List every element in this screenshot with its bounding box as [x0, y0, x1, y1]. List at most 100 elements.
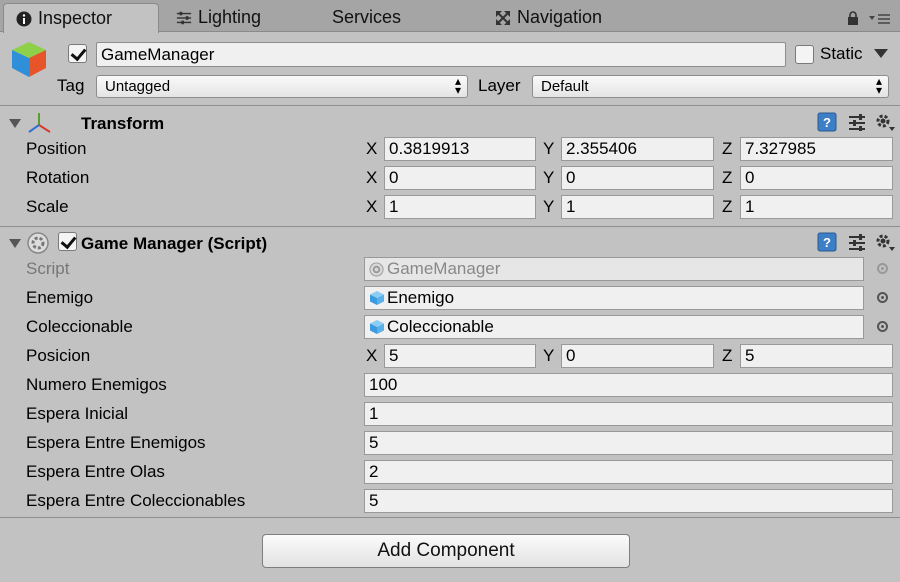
tab-bar: Inspector Lighting Services Navigation: [0, 0, 900, 33]
component-divider: [0, 226, 900, 227]
lighting-icon: [176, 11, 192, 24]
rotation-y-field[interactable]: 0: [561, 166, 714, 190]
object-picker-icon: [877, 263, 888, 274]
add-component-button[interactable]: Add Component: [262, 534, 630, 568]
foldout-arrow-icon[interactable]: [9, 119, 21, 128]
help-book-icon[interactable]: ?: [817, 232, 837, 252]
preset-icon[interactable]: [848, 113, 866, 131]
prefab-icon: [370, 291, 384, 305]
gear-icon[interactable]: [874, 112, 896, 132]
position-z-field[interactable]: 7.327985: [740, 137, 893, 161]
axis-x-label: X: [366, 168, 378, 187]
static-label: Static: [820, 44, 863, 63]
transform-header[interactable]: Transform ?: [0, 108, 900, 137]
tag-label: Tag: [57, 76, 85, 95]
espera-entre-enemigos-field[interactable]: 5: [364, 431, 893, 455]
info-icon: [16, 11, 32, 26]
tab-label: Navigation: [517, 7, 603, 27]
position-label: Position: [26, 139, 87, 158]
lock-icon[interactable]: [847, 11, 859, 25]
scale-x-field[interactable]: 1: [384, 195, 536, 219]
object-picker-icon[interactable]: [877, 321, 888, 332]
help-book-icon[interactable]: ?: [817, 112, 837, 132]
script-file-icon: [369, 261, 384, 277]
espera-entre-enemigos-label: Espera Entre Enemigos: [26, 433, 206, 452]
active-checkbox[interactable]: [68, 44, 87, 63]
tab-label: Services: [332, 7, 402, 27]
espera-entre-coleccionables-label: Espera Entre Coleccionables: [26, 491, 246, 510]
espera-entre-olas-field[interactable]: 2: [364, 460, 893, 484]
dropdown-arrows-icon: ▴ ▾: [875, 74, 882, 97]
rotation-label: Rotation: [26, 168, 90, 187]
position-x-field[interactable]: 0.3819913: [384, 137, 536, 161]
script-enabled-checkbox[interactable]: [58, 232, 77, 251]
rotation-z-field[interactable]: 0: [740, 166, 893, 190]
posicion-y-field[interactable]: 0: [561, 344, 714, 368]
layer-dropdown[interactable]: Default ▴ ▾: [532, 75, 889, 98]
posicion-z-field[interactable]: 5: [740, 344, 893, 368]
axis-z-label: Z: [722, 139, 733, 158]
svg-text:?: ?: [823, 115, 831, 130]
axis-y-label: Y: [543, 168, 555, 187]
espera-entre-coleccionables-field[interactable]: 5: [364, 489, 893, 513]
navigation-icon: [496, 10, 510, 25]
numero-enemigos-field[interactable]: 100: [364, 373, 893, 397]
tag-dropdown[interactable]: Untagged ▴ ▾: [96, 75, 468, 98]
coleccionable-label: Coleccionable: [26, 317, 133, 336]
dropdown-arrows-icon: ▴ ▾: [454, 74, 461, 97]
script-value: GameManager: [387, 259, 501, 278]
espera-inicial-label: Espera Inicial: [26, 404, 129, 423]
axis-x-label: X: [366, 139, 378, 158]
layer-label: Layer: [478, 76, 521, 95]
scale-label: Scale: [26, 197, 69, 216]
axis-z-label: Z: [722, 346, 733, 365]
axis-y-label: Y: [543, 346, 555, 365]
scale-z-field[interactable]: 1: [740, 195, 893, 219]
game-manager-header[interactable]: Game Manager (Script) ?: [0, 228, 900, 257]
tab-label: Lighting: [198, 7, 262, 27]
tab-navigation[interactable]: Navigation: [490, 3, 602, 32]
coleccionable-value: Coleccionable: [387, 317, 494, 336]
axis-y-label: Y: [543, 139, 555, 158]
transform-title: Transform: [81, 114, 165, 133]
gear-icon[interactable]: [874, 232, 896, 252]
coleccionable-field[interactable]: Coleccionable: [364, 315, 864, 339]
position-y-field[interactable]: 2.355406: [561, 137, 714, 161]
static-checkbox[interactable]: [795, 45, 814, 64]
tag-value: Untagged: [105, 78, 171, 95]
svg-text:?: ?: [823, 235, 831, 250]
script-label: Script: [26, 259, 70, 278]
layer-value: Default: [541, 78, 589, 95]
tab-lighting[interactable]: Lighting: [170, 3, 261, 32]
prefab-icon: [370, 320, 384, 334]
object-name-field[interactable]: GameManager: [96, 42, 786, 67]
tab-label: Inspector: [38, 8, 113, 28]
axis-x-label: X: [366, 346, 378, 365]
axis-z-label: Z: [722, 197, 733, 216]
transform-icon: [28, 113, 51, 133]
numero-enemigos-label: Numero Enemigos: [26, 375, 167, 394]
gameobject-cube-icon: [12, 42, 46, 77]
posicion-x-field[interactable]: 5: [384, 344, 536, 368]
enemigo-field[interactable]: Enemigo: [364, 286, 864, 310]
gameobject-header: GameManager Static Tag Untagged ▴ ▾ Layer…: [0, 32, 900, 106]
preset-icon[interactable]: [848, 233, 866, 251]
tab-menu-icon[interactable]: [869, 11, 891, 25]
tab-inspector[interactable]: Inspector: [3, 3, 159, 33]
static-dropdown-icon[interactable]: [874, 49, 888, 58]
axis-x-label: X: [366, 197, 378, 216]
axis-z-label: Z: [722, 168, 733, 187]
script-field: GameManager: [364, 257, 864, 281]
espera-entre-olas-label: Espera Entre Olas: [26, 462, 165, 481]
enemigo-label: Enemigo: [26, 288, 94, 307]
scale-y-field[interactable]: 1: [561, 195, 714, 219]
object-picker-icon[interactable]: [877, 292, 888, 303]
rotation-x-field[interactable]: 0: [384, 166, 536, 190]
enemigo-value: Enemigo: [387, 288, 455, 307]
axis-y-label: Y: [543, 197, 555, 216]
espera-inicial-field[interactable]: 1: [364, 402, 893, 426]
tab-services[interactable]: Services: [332, 3, 401, 32]
foldout-arrow-icon[interactable]: [9, 239, 21, 248]
script-icon: [27, 232, 49, 254]
component-divider: [0, 517, 900, 518]
